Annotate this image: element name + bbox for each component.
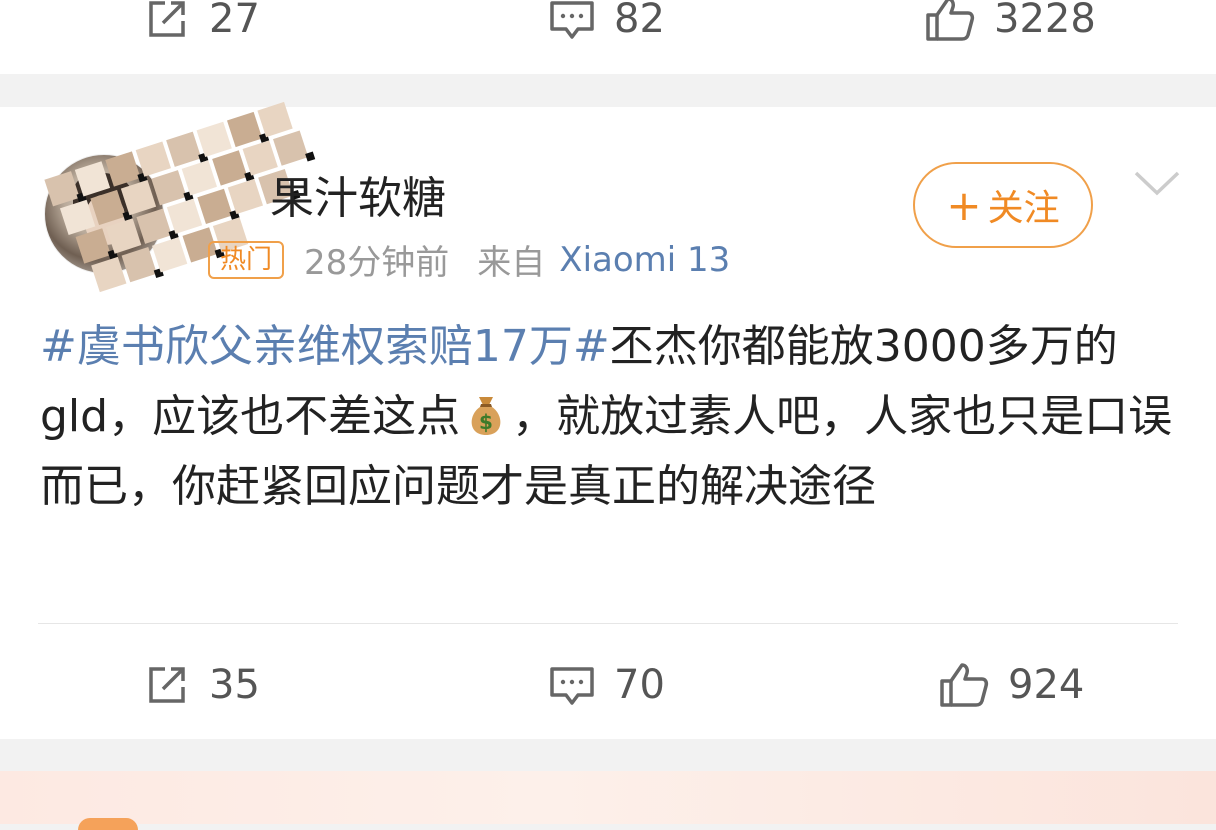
mosaic-tile [151,170,187,206]
mosaic-tile [257,101,293,138]
chevron-down-icon[interactable] [1132,169,1182,199]
previous-post-card: 27 82 3228 [0,0,1216,74]
repost-count: 27 [209,0,260,42]
mosaic-tile [74,161,111,197]
follow-label: 关注 [987,188,1060,229]
mosaic-tile [166,131,202,167]
mosaic-tile [152,237,188,273]
mosaic-tile [75,228,111,264]
mosaic-tile [227,178,264,215]
previous-post-action-bar: 27 82 3228 [0,0,1216,56]
repost-icon [149,667,185,703]
post-time: 28分钟前 [304,243,450,283]
next-post-card [0,771,1216,824]
previous-repost-button[interactable]: 27 [143,0,260,56]
mosaic-tile [120,179,157,216]
like-button[interactable]: 924 [938,648,1084,722]
hot-badge: 热门 [208,240,285,279]
mosaic-tile [121,246,157,283]
mosaic-tile [226,111,263,148]
comment-icon [550,667,594,705]
post-action-bar: 35 70 924 [0,648,1216,722]
like-count: 924 [1008,662,1085,708]
mosaic-tile [166,198,203,234]
mosaic-tile [105,151,141,187]
previous-like-button[interactable]: 3228 [924,0,1096,56]
divider [38,623,1178,624]
money-bag-icon: $ [471,397,501,435]
mosaic-tile [273,130,309,166]
hashtag-link[interactable]: #虞书欣父亲维权索赔17万# [40,321,610,372]
like-count: 3228 [994,0,1096,42]
mosaic-tile [59,199,96,236]
mosaic-tile [106,218,142,254]
mosaic-tile [196,121,232,157]
comment-icon [550,1,594,39]
thumbs-up-icon [940,663,989,707]
mosaic-tile [136,208,172,244]
post-card: 果汁软糖 热门 28分钟前 来自 Xiaomi 13 + 关注 #虞书欣父亲维权… [0,101,1216,739]
repost-icon [149,1,185,37]
repost-count: 35 [209,662,260,708]
comment-button[interactable]: 70 [548,648,665,722]
mosaic-dot [305,151,316,162]
previous-comment-button[interactable]: 82 [548,0,665,56]
thumbs-up-icon [926,0,975,41]
mosaic-tile [135,141,171,177]
svg-text:$: $ [479,410,493,434]
follow-button[interactable]: + 关注 [913,162,1093,248]
mosaic-tile [91,256,127,293]
mosaic-tile [212,150,248,186]
mosaic-tile [181,160,218,196]
plus-icon: + [946,180,982,230]
repost-button[interactable]: 35 [143,648,260,722]
username[interactable]: 果汁软糖 [270,162,446,226]
comment-count: 70 [614,662,665,708]
source-prefix: 来自 [477,243,546,283]
mosaic-tile [197,188,233,225]
next-post-avatar[interactable] [78,818,138,830]
comment-count: 82 [614,0,665,42]
post-meta: 热门 28分钟前 来自 Xiaomi 13 [208,235,730,284]
mosaic-tile [90,189,126,226]
source-device[interactable]: Xiaomi 13 [559,240,730,280]
post-text: #虞书欣父亲维权索赔17万#丕杰你都能放3000多万的gld，应该也不差这点 $… [40,312,1180,522]
